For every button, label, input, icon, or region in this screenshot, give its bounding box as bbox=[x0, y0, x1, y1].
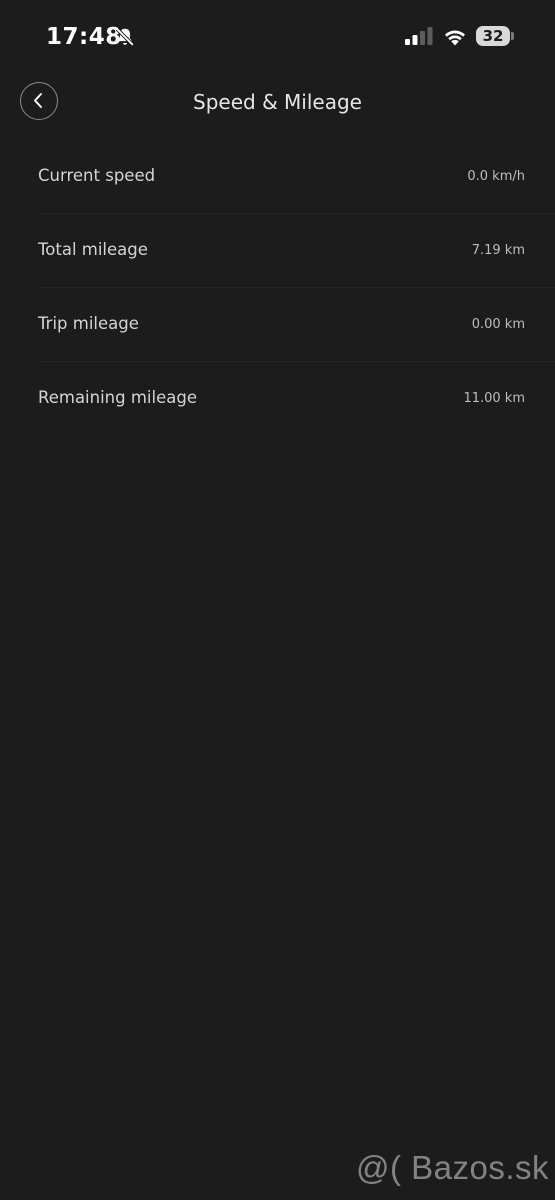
total-mileage-label: Total mileage bbox=[38, 240, 148, 259]
status-bar: 17:48 32 bbox=[0, 0, 555, 74]
wifi-icon bbox=[445, 30, 465, 46]
remaining-mileage-label: Remaining mileage bbox=[38, 388, 197, 407]
list-item-trip-mileage: Trip mileage 0.00 km bbox=[38, 288, 555, 362]
bell-slash-icon bbox=[115, 27, 135, 47]
remaining-mileage-value: 11.00 km bbox=[463, 391, 525, 406]
info-list: Current speed 0.0 km/h Total mileage 7.1… bbox=[38, 140, 555, 435]
page-title: Speed & Mileage bbox=[193, 90, 362, 114]
current-speed-label: Current speed bbox=[38, 166, 156, 185]
trip-mileage-label: Trip mileage bbox=[38, 314, 139, 333]
cellular-signal-icon bbox=[405, 27, 433, 45]
trip-mileage-value: 0.00 km bbox=[471, 317, 525, 332]
battery-indicator: 32 bbox=[476, 26, 514, 46]
list-item-remaining-mileage: Remaining mileage 11.00 km bbox=[38, 362, 555, 435]
total-mileage-value: 7.19 km bbox=[471, 243, 525, 258]
nav-bar: Speed & Mileage bbox=[0, 74, 555, 130]
battery-level: 32 bbox=[482, 27, 504, 45]
list-item-current-speed: Current speed 0.0 km/h bbox=[38, 140, 555, 214]
status-time: 17:48 bbox=[46, 24, 122, 50]
battery-cap bbox=[511, 32, 514, 40]
list-item-total-mileage: Total mileage 7.19 km bbox=[38, 214, 555, 288]
current-speed-value: 0.0 km/h bbox=[467, 169, 525, 184]
watermark: @( Bazos.sk bbox=[356, 1149, 550, 1186]
